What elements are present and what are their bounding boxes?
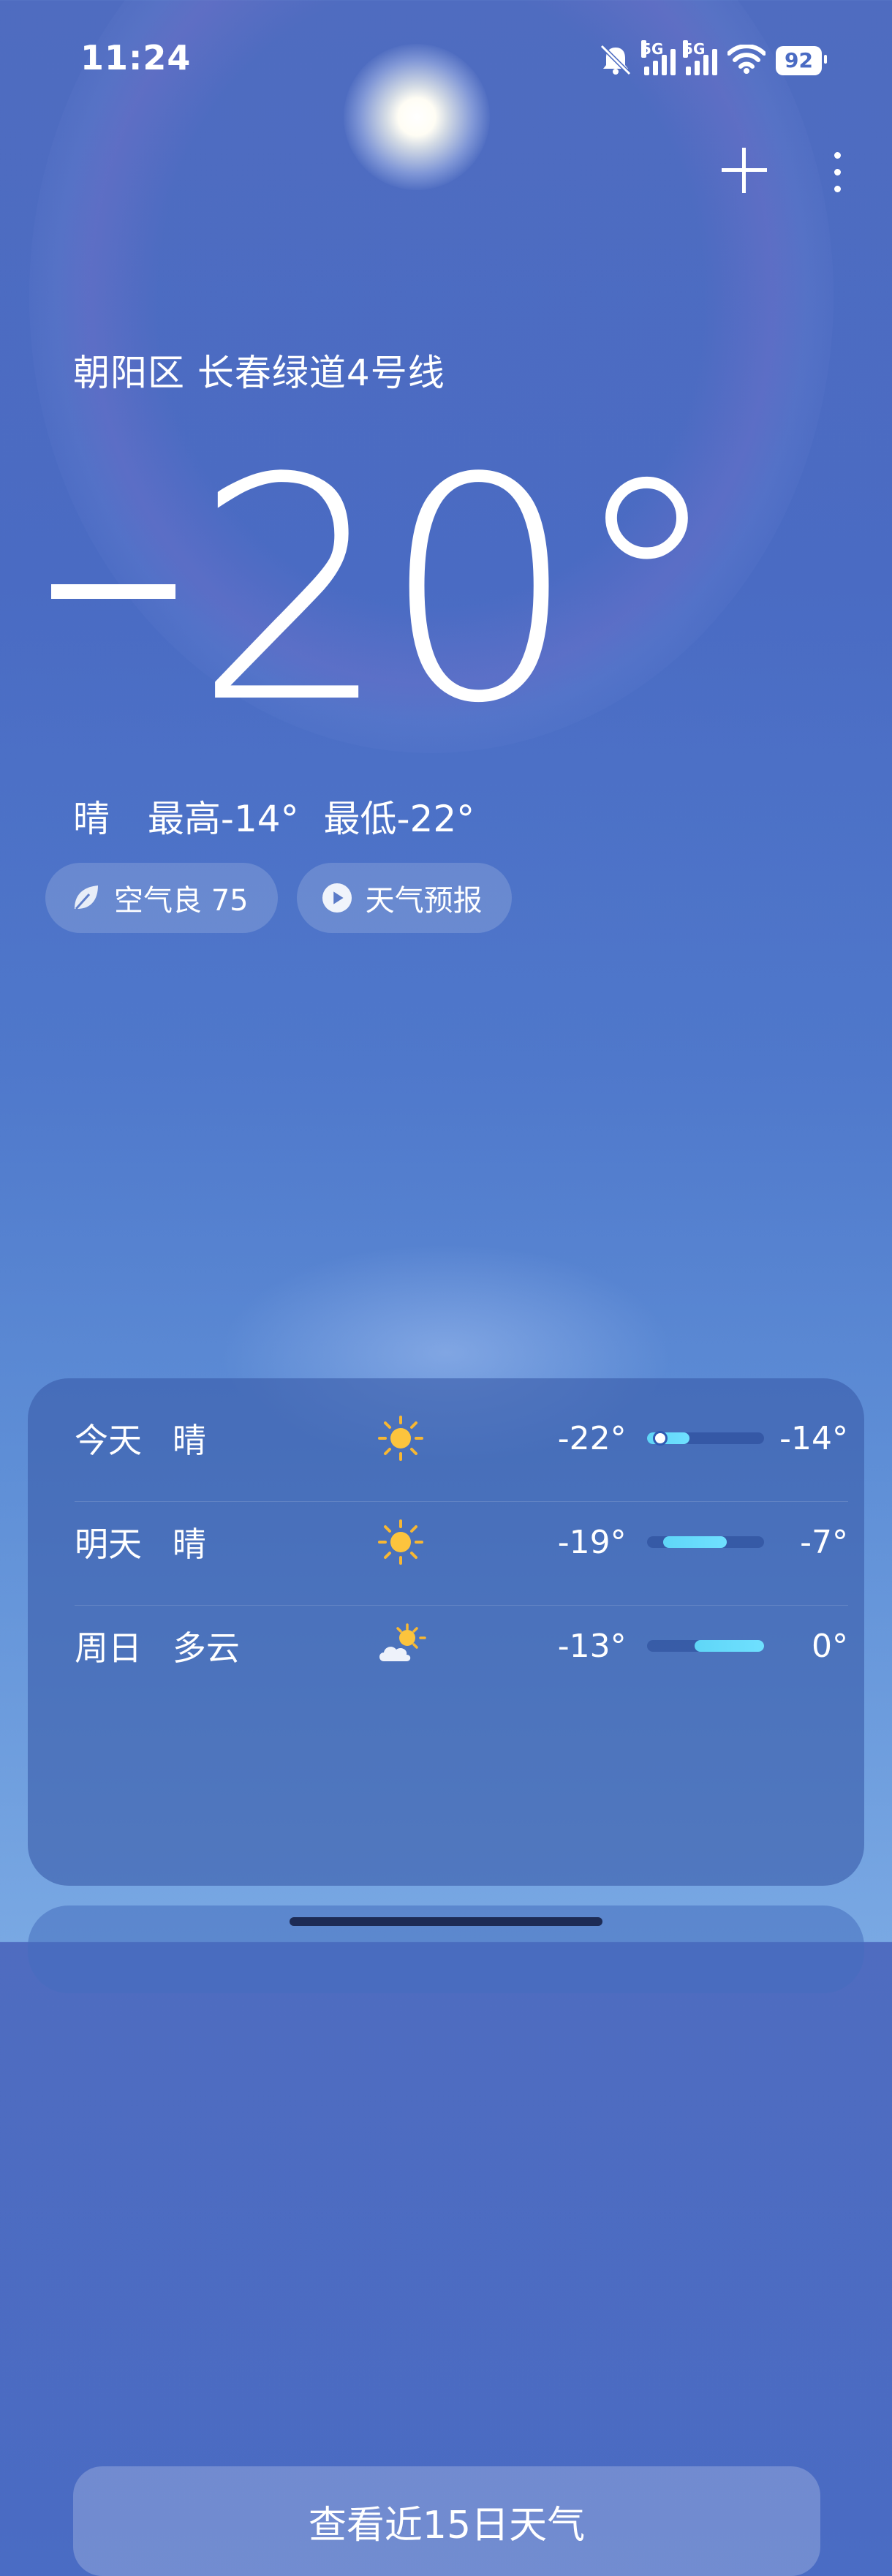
temperature-range-bar — [646, 1640, 765, 1652]
forecast-condition: 多云 — [172, 1628, 240, 1668]
status-bar: 11:24 5G 5G 92 — [0, 0, 892, 124]
signal-strength-1: 5G — [641, 40, 676, 75]
top-actions — [720, 146, 841, 198]
wifi-icon — [727, 44, 767, 77]
weather-video-chip[interactable]: 天气预报 — [296, 863, 512, 933]
high-temperature: 最高-14° — [147, 798, 299, 840]
range-fill — [695, 1640, 765, 1652]
weather-summary: 晴 最高-14° 最低-22° — [73, 790, 501, 842]
temperature-range-bar — [646, 1536, 765, 1548]
weather-video-label: 天气预报 — [365, 884, 483, 918]
current-condition: 晴 — [73, 798, 110, 840]
forecast-condition: 晴 — [172, 1525, 206, 1564]
forecast-high: 0° — [812, 1627, 848, 1665]
signal-strength-2: 5G — [683, 40, 718, 75]
forecast-low: -19° — [557, 1523, 627, 1561]
partly-cloudy-icon — [375, 1620, 426, 1672]
plus-icon — [722, 148, 767, 193]
battery-indicator: 92 — [776, 46, 827, 75]
info-chips: 空气良 75 天气预报 — [45, 863, 512, 933]
add-city-button[interactable] — [720, 146, 768, 198]
leaf-icon — [70, 883, 101, 913]
current-temperature: 20° — [51, 439, 723, 746]
forecast-high: -7° — [800, 1523, 848, 1561]
mute-icon — [597, 43, 634, 78]
location-name[interactable]: 朝阳区 长春绿道4号线 — [73, 344, 445, 396]
sun-icon — [375, 1413, 426, 1464]
status-icons: 5G 5G 92 — [597, 40, 827, 79]
forecast-row-sunday[interactable]: 周日 多云 -13° 0° — [75, 1593, 848, 1699]
more-dot — [834, 152, 841, 159]
forecast-card: 今天 晴 -22° -14° 明天 晴 -19° -7° 周日 多云 -13° … — [28, 1378, 864, 2576]
forecast-row-tomorrow[interactable]: 明天 晴 -19° -7° — [75, 1489, 848, 1595]
network-type-1: 5G — [641, 40, 664, 58]
temperature-value: 20° — [194, 413, 723, 771]
forecast-low: -22° — [557, 1419, 627, 1457]
sun-icon — [375, 1516, 426, 1568]
air-quality-label: 空气良 75 — [114, 884, 249, 918]
status-time: 11:24 — [80, 38, 192, 78]
more-dot — [834, 169, 841, 175]
air-quality-chip[interactable]: 空气良 75 — [45, 863, 278, 933]
network-type-2: 5G — [683, 40, 706, 58]
forecast-high: -14° — [779, 1419, 848, 1457]
forecast-condition: 晴 — [172, 1421, 206, 1460]
home-indicator[interactable] — [290, 1917, 602, 1926]
view-15-day-forecast-button[interactable]: 查看近15日天气 — [73, 2466, 820, 2576]
forecast-day: 周日 — [75, 1628, 142, 1668]
minus-sign — [51, 584, 175, 600]
more-dot — [834, 186, 841, 192]
temperature-range-bar — [646, 1431, 765, 1446]
forecast-low: -13° — [557, 1627, 627, 1665]
forecast-day: 明天 — [75, 1525, 142, 1564]
forecast-row-today[interactable]: 今天 晴 -22° -14° — [75, 1386, 848, 1491]
play-icon — [322, 883, 352, 913]
more-options-button[interactable] — [834, 152, 841, 192]
forecast-day: 今天 — [75, 1421, 142, 1460]
low-temperature: 最低-22° — [323, 798, 475, 840]
range-fill — [662, 1536, 727, 1548]
